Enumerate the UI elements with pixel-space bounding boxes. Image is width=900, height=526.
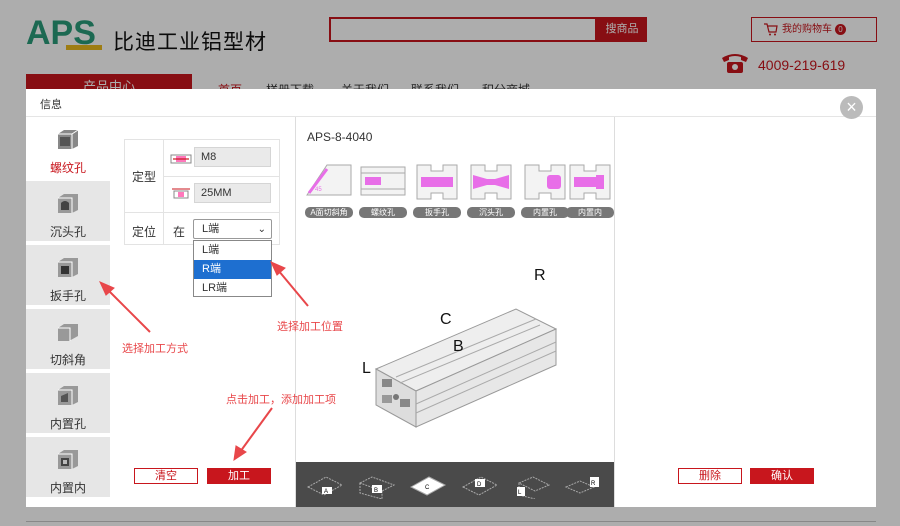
- counterbore-icon: [58, 194, 78, 213]
- type-label: 定型: [132, 170, 157, 184]
- option-l-end[interactable]: L端: [194, 241, 271, 260]
- tab-inner-inner[interactable]: 内置内: [26, 437, 110, 499]
- tab-thread-hole[interactable]: 螺纹孔: [26, 117, 110, 179]
- tab-label: 切斜角: [49, 353, 86, 367]
- annotation-choose-position: 选择加工位置: [277, 321, 343, 333]
- svg-text:D: D: [477, 482, 482, 488]
- inner-hole-icon: [58, 386, 78, 405]
- bevel-thumb-icon: 45: [306, 164, 352, 196]
- face-a-icon[interactable]: A: [306, 473, 344, 499]
- face-selector-bar: A B C D L R: [296, 462, 614, 507]
- tab-label: 内置孔: [49, 417, 86, 431]
- thumbnail-bevel[interactable]: 45 A面切斜角: [305, 161, 353, 218]
- svg-text:B: B: [374, 488, 378, 494]
- delete-button[interactable]: 删除: [678, 468, 742, 484]
- wrench-hole-icon: [58, 258, 78, 277]
- face-b-icon[interactable]: B: [358, 473, 396, 499]
- thumb-caption: 扳手孔: [413, 207, 461, 218]
- option-r-end[interactable]: R端: [194, 260, 271, 279]
- modal-header: 信息: [26, 89, 876, 117]
- thread-size-field[interactable]: M8: [194, 147, 271, 167]
- confirm-button[interactable]: 确认: [750, 468, 814, 484]
- thumb-caption: 螺纹孔: [359, 207, 407, 218]
- thread-size-icon: [170, 154, 192, 164]
- counterbore-thumb-icon: [470, 164, 512, 200]
- position-select[interactable]: L端 ⌄: [193, 219, 272, 239]
- thumbnail-wrench[interactable]: 扳手孔: [413, 161, 461, 218]
- divider: [26, 521, 876, 522]
- thumbnail-inner-inner[interactable]: 内置内: [566, 161, 614, 218]
- tab-wrench-hole[interactable]: 扳手孔: [26, 245, 110, 307]
- annotation-click-process: 点击加工，添加加工项: [226, 394, 336, 406]
- annotation-choose-method: 选择加工方式: [122, 343, 188, 355]
- profile-model-title: APS-8-4040: [307, 130, 373, 144]
- svg-text:R: R: [591, 481, 596, 487]
- preview-panel: APS-8-4040 45 A面切斜角 螺纹孔 扳手孔 沉头孔 内置孔 内置内 …: [295, 117, 615, 507]
- close-icon[interactable]: ×: [840, 96, 863, 119]
- thumbnail-counterbore[interactable]: 沉头孔: [467, 161, 515, 218]
- tab-bevel-cut[interactable]: 切斜角: [26, 309, 110, 371]
- thumbnail-inner-hole[interactable]: 内置孔: [521, 161, 569, 218]
- chevron-down-icon: ⌄: [257, 224, 266, 235]
- thumb-caption: 沉头孔: [467, 207, 515, 218]
- wrench-thumb-icon: [416, 164, 458, 200]
- depth-icon: [172, 188, 190, 199]
- position-dropdown: L端 R端 LR端: [193, 240, 272, 297]
- at-label: 在: [173, 225, 186, 239]
- process-button[interactable]: 加工: [207, 468, 271, 484]
- axis-r-label: R: [534, 267, 546, 284]
- bevel-cut-icon: [58, 324, 78, 341]
- svg-text:A: A: [324, 489, 328, 495]
- axis-l-label: L: [362, 360, 371, 377]
- svg-text:C: C: [425, 485, 430, 491]
- clear-button[interactable]: 清空: [134, 468, 198, 484]
- face-c-icon[interactable]: C: [409, 473, 447, 499]
- thread-thumb-icon: [360, 166, 406, 196]
- tab-label: 螺纹孔: [49, 161, 86, 175]
- inner-inner-thumb-icon: [569, 164, 611, 200]
- face-d-icon[interactable]: D: [461, 473, 499, 499]
- thread-hole-icon: [58, 129, 79, 149]
- tab-label: 扳手孔: [49, 289, 86, 303]
- divider: [163, 213, 164, 244]
- thumb-caption: A面切斜角: [305, 207, 353, 218]
- thumbnail-thread[interactable]: 螺纹孔: [359, 161, 407, 218]
- axis-b-label: B: [453, 338, 464, 355]
- thumb-caption: 内置孔: [521, 207, 569, 218]
- face-l-icon[interactable]: L: [513, 473, 551, 499]
- inner-hole-thumb-icon: [524, 164, 566, 200]
- inner-inner-icon: [58, 450, 78, 469]
- depth-field[interactable]: 25MM: [194, 183, 271, 203]
- position-select-value: L端: [202, 223, 220, 235]
- modal-title: 信息: [40, 99, 62, 111]
- tab-label: 沉头孔: [49, 225, 86, 239]
- axis-c-label: C: [440, 311, 452, 328]
- tab-inner-hole[interactable]: 内置孔: [26, 373, 110, 435]
- svg-text:45: 45: [315, 187, 322, 193]
- thumb-caption: 内置内: [566, 207, 614, 218]
- divider: [163, 176, 280, 177]
- option-lr-end[interactable]: LR端: [194, 279, 271, 298]
- position-label: 定位: [132, 225, 157, 239]
- face-r-icon[interactable]: R: [564, 473, 602, 499]
- tab-label: 内置内: [49, 481, 86, 495]
- tab-counterbore[interactable]: 沉头孔: [26, 181, 110, 243]
- process-modal: 信息 × 螺纹孔 沉头孔 扳手孔 切斜角 内置孔 内置内 定型 M8 25MM …: [26, 89, 876, 507]
- aluminum-profile-3d-image: [374, 308, 558, 428]
- process-tabs: 螺纹孔 沉头孔 扳手孔 切斜角 内置孔 内置内: [26, 117, 110, 507]
